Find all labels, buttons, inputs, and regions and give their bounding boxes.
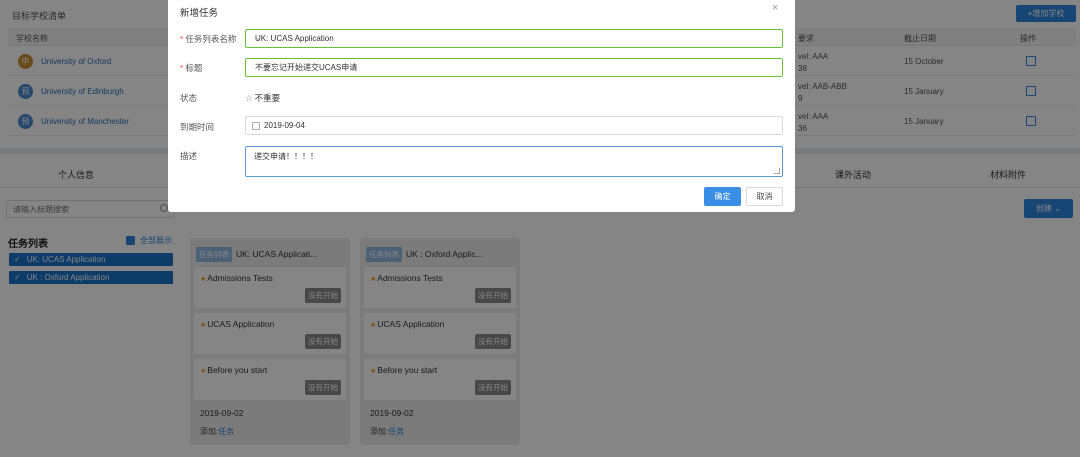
importance-toggle[interactable]: ☆ 不重要 (245, 92, 280, 104)
due-date-field[interactable] (245, 116, 783, 135)
task-list-select[interactable]: UK: UCAS Application ⌄ (245, 29, 783, 48)
description-label: 描述 (180, 151, 198, 161)
description-field[interactable]: 递交申请！！！！ (245, 146, 783, 177)
confirm-button[interactable]: 确定 (704, 187, 741, 206)
star-outline-icon[interactable]: ☆ (245, 93, 253, 103)
resize-handle[interactable] (774, 168, 780, 174)
description-textarea[interactable]: 递交申请！！！！ (246, 147, 772, 173)
cancel-button[interactable]: 取消 (746, 187, 783, 206)
due-date-label: 到期时间 (180, 122, 215, 132)
due-date-input[interactable] (262, 118, 762, 133)
dialog-title: 新增任务 (180, 8, 219, 19)
importance-text: 不重要 (254, 93, 281, 103)
required-mark: * (180, 34, 184, 44)
title-input[interactable] (246, 59, 776, 76)
list-name-label: * 任务列表名称 (180, 34, 237, 44)
status-label: 状态 (180, 93, 198, 103)
calendar-icon (252, 122, 260, 130)
close-icon[interactable]: × (772, 2, 778, 14)
chevron-down-icon[interactable]: ⌄ (255, 33, 774, 42)
title-field[interactable] (245, 58, 783, 77)
new-task-dialog: 新增任务 × * 任务列表名称 UK: UCAS Application ⌄ * 标… (168, 0, 795, 212)
title-label: * 标题 (180, 63, 203, 73)
required-mark: * (180, 63, 184, 73)
